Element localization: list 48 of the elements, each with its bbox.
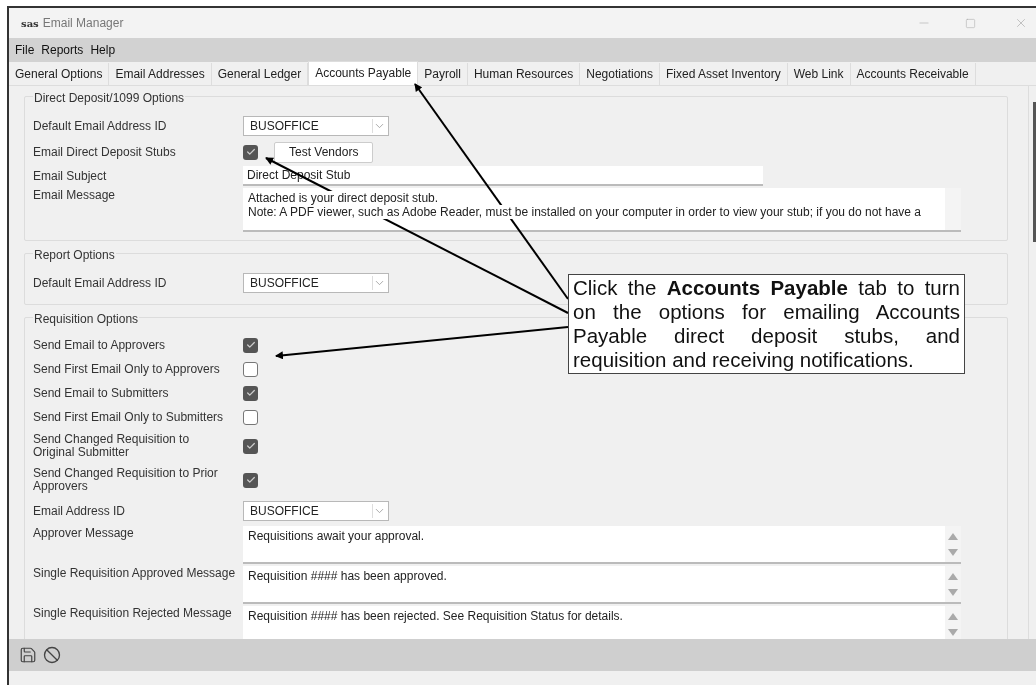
field-label: Send Changed Requisition to Prior Approvers	[33, 467, 219, 493]
menu-item[interactable]: Reports	[41, 41, 84, 59]
check-icon	[245, 147, 256, 157]
dropdown-field[interactable]: BUSOFFICE	[243, 273, 389, 293]
field-label: Email Subject	[33, 168, 108, 183]
dropdown-value: BUSOFFICE	[250, 118, 319, 135]
dropdown-value: BUSOFFICE	[250, 275, 319, 292]
field-label: Send First Email Only to Submitters	[33, 410, 225, 424]
window-title: Email Manager	[42, 15, 124, 32]
field-label: Email Address ID	[33, 504, 127, 518]
dropdown-field[interactable]: BUSOFFICE	[243, 501, 389, 521]
checkbox[interactable]	[243, 144, 258, 160]
app-logo: sas	[21, 16, 39, 31]
callout-text: Click the Accounts Payable tab to turn on the options for emailing Accounts Payable direct deposit stubs, and requisition and receiving notifications.	[573, 276, 960, 372]
check-icon	[245, 388, 256, 398]
menu-item[interactable]: File	[15, 41, 35, 59]
checkbox[interactable]	[243, 361, 258, 377]
tab[interactable]: Accounts Payable	[308, 61, 419, 85]
field-label: Default Email Address ID	[33, 276, 168, 290]
dropdown-field[interactable]: BUSOFFICE	[243, 116, 389, 136]
field-label: Send First Email Only to Approvers	[33, 362, 221, 376]
check-icon	[245, 441, 256, 451]
cancel-icon[interactable]	[43, 646, 61, 664]
field-label: Send Changed Requisition to Original Submitter	[33, 433, 191, 459]
field-label: Single Requisition Rejected Message	[33, 606, 233, 620]
field-label: Send Email to Submitters	[33, 386, 170, 400]
dropdown-value: BUSOFFICE	[250, 503, 319, 520]
field-label: Email Message	[33, 188, 117, 202]
menu-item[interactable]: Help	[90, 41, 116, 59]
scrollbar[interactable]	[1028, 86, 1036, 639]
field-label: Single Requisition Approved Message	[33, 566, 237, 580]
checkbox[interactable]	[243, 472, 258, 488]
chevron-down-icon	[372, 504, 386, 518]
checkbox[interactable]	[243, 337, 258, 353]
field-label: Send Email to Approvers	[33, 338, 167, 352]
field-label: Default Email Address ID	[33, 119, 168, 133]
chevron-down-icon	[372, 119, 386, 133]
chevron-down-icon	[372, 276, 386, 290]
field-label: Approver Message	[33, 526, 135, 540]
check-icon	[245, 340, 256, 350]
checkbox[interactable]	[243, 438, 258, 454]
test-vendors-button[interactable]: Test Vendors	[274, 141, 374, 163]
check-icon	[245, 475, 256, 485]
checkbox[interactable]	[243, 385, 258, 401]
save-icon[interactable]	[19, 646, 37, 664]
message-field[interactable]: Attached is your direct deposit stub. Note: A PDF viewer, such as Adobe Reader, must be installed on your computer in order to view your stub; if you do not have a	[243, 188, 961, 232]
field-label: Email Direct Deposit Stubs	[33, 145, 177, 159]
checkbox[interactable]	[243, 409, 258, 425]
